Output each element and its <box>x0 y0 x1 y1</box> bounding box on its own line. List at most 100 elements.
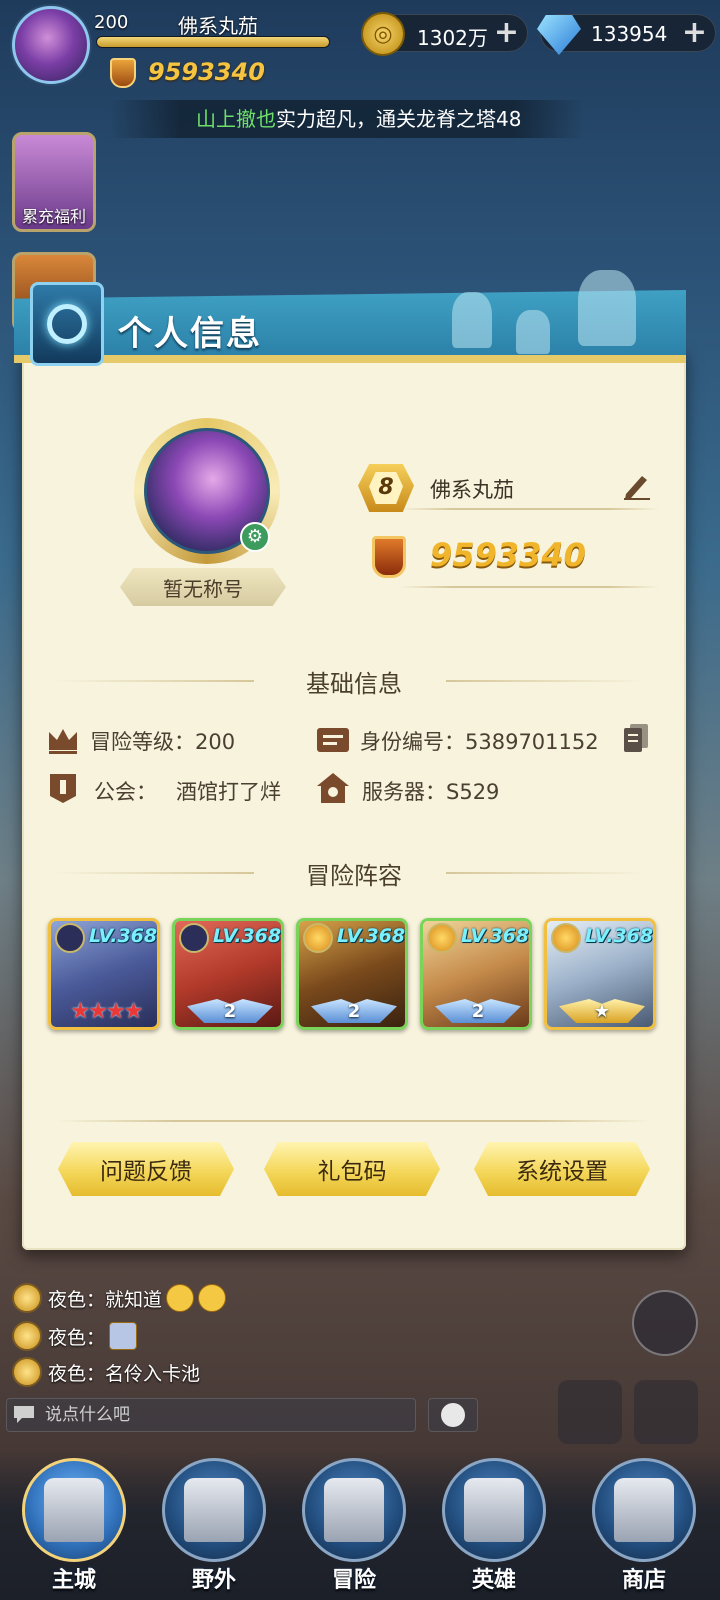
nav-label: 野外 <box>191 1568 236 1593</box>
chat-avatar <box>12 1283 42 1313</box>
crown-icon <box>49 729 77 754</box>
guild-label: 公会： <box>94 780 157 804</box>
emoji-button[interactable] <box>428 1398 478 1432</box>
player-title-ribbon[interactable]: 暂无称号 <box>120 568 286 606</box>
hero-card[interactable]: LV.368 ★ <box>544 918 656 1030</box>
ticker-message: 实力超凡，通关龙脊之塔48 <box>276 107 522 131</box>
chat-avatar <box>12 1357 42 1387</box>
chat-message[interactable]: 夜色： 名伶入卡池 <box>12 1356 200 1388</box>
helmet-icon <box>464 1478 524 1542</box>
profile-header-icon <box>30 282 104 366</box>
add-gold-button[interactable]: + <box>494 17 519 49</box>
gift-code-button[interactable]: 礼包码 <box>264 1142 440 1196</box>
chat-bubble-icon <box>14 1406 34 1423</box>
header-decoration <box>452 292 492 348</box>
nav-label: 冒险 <box>331 1568 376 1593</box>
player-avatar[interactable] <box>12 6 90 84</box>
nav-shop[interactable]: 商店 <box>580 1452 708 1600</box>
vip-level-badge: 8 <box>358 464 414 512</box>
sword-icon <box>324 1478 384 1542</box>
server-icon <box>317 773 349 803</box>
power-icon <box>110 58 136 88</box>
profile-name: 佛系丸茄 <box>430 478 514 502</box>
nav-heroes[interactable]: 英雄 <box>430 1452 558 1600</box>
ranking-button[interactable] <box>558 1380 622 1444</box>
id-card-icon <box>317 728 349 752</box>
chat-text: 名伶入卡池 <box>105 1362 201 1385</box>
shop-icon <box>614 1478 674 1542</box>
guild-name: 酒馆打了烊 <box>176 780 281 804</box>
guild-banner-icon <box>50 774 76 803</box>
nav-label: 主城 <box>51 1568 96 1593</box>
portal-icon <box>184 1478 244 1542</box>
chat-input[interactable]: 说点什么吧 <box>6 1398 416 1432</box>
gear-icon[interactable]: ⚙ <box>240 522 270 552</box>
gift-code-label: 礼包码 <box>317 1159 387 1185</box>
chat-speaker: 夜色： <box>48 1288 106 1311</box>
chat-speaker: 夜色： <box>48 1326 106 1349</box>
dark-element-icon <box>179 923 209 953</box>
header-decoration <box>516 310 550 354</box>
hero-stars: ★★★★ <box>70 998 144 1024</box>
castle-icon <box>44 1478 104 1542</box>
feedback-label: 问题反馈 <box>100 1159 192 1185</box>
pencil-icon[interactable] <box>620 468 654 502</box>
light-element-icon <box>551 923 581 953</box>
copy-icon[interactable] <box>622 724 650 754</box>
chat-message[interactable]: 夜色： 就知道 <box>12 1282 227 1314</box>
recharge-rewards-label: 累充福利 <box>21 207 86 226</box>
chat-speaker: 夜色： <box>48 1362 106 1385</box>
chat-avatar <box>12 1321 42 1351</box>
emoji-icon <box>198 1284 227 1312</box>
diamond-icon <box>537 15 581 55</box>
light-element-icon <box>303 923 333 953</box>
emoji-icon <box>166 1284 195 1312</box>
power-icon <box>372 536 406 578</box>
gem-amount: 133954 <box>591 22 668 46</box>
feedback-button[interactable]: 问题反馈 <box>58 1142 234 1196</box>
nav-label: 英雄 <box>471 1568 516 1593</box>
hero-level: LV.368 <box>585 925 654 947</box>
ticker-player: 山上撤也 <box>196 107 276 131</box>
sticker-icon <box>109 1322 138 1350</box>
hero-card[interactable]: LV.368 2 <box>420 918 532 1030</box>
friends-button[interactable] <box>632 1290 698 1356</box>
nav-adventure[interactable]: 冒险 <box>290 1452 418 1600</box>
light-element-icon <box>427 923 457 953</box>
id-number: 身份编号：5389701152 <box>360 730 599 754</box>
hero-card[interactable]: LV.368 2 <box>296 918 408 1030</box>
gem-counter: 133954 + <box>537 14 716 55</box>
nav-main-city[interactable]: 主城 <box>10 1452 138 1600</box>
chat-text: 就知道 <box>105 1288 163 1311</box>
hero-level: LV.368 <box>337 925 406 947</box>
player-level: 200 <box>94 12 129 33</box>
nav-label: 商店 <box>621 1568 666 1593</box>
gold-counter: ◎ 1302万 + <box>361 12 528 56</box>
gold-coin-icon: ◎ <box>361 12 405 56</box>
backpack-button[interactable] <box>634 1380 698 1444</box>
panel-title: 个人信息 <box>118 314 262 354</box>
player-title: 暂无称号 <box>163 576 243 601</box>
header-decoration <box>578 270 636 346</box>
hero-level: LV.368 <box>213 925 282 947</box>
adventure-level: 冒险等级：200 <box>90 730 236 754</box>
nav-wilderness[interactable]: 野外 <box>150 1452 278 1600</box>
dark-element-icon <box>55 923 85 953</box>
hero-card[interactable]: LV.368 ★★★★ <box>48 918 160 1030</box>
profile-power: 9593340 <box>430 536 586 574</box>
player-name: 佛系丸茄 <box>178 14 258 38</box>
settings-label: 系统设置 <box>516 1159 608 1185</box>
recharge-rewards-button[interactable]: 累充福利 <box>12 132 96 232</box>
smiley-icon <box>441 1403 465 1427</box>
announcement-ticker: 山上撤也实力超凡，通关龙脊之塔48 <box>110 100 584 138</box>
server-id: 服务器：S529 <box>362 780 500 804</box>
add-gems-button[interactable]: + <box>682 17 707 49</box>
chat-message[interactable]: 夜色： <box>12 1320 138 1352</box>
xp-bar <box>96 36 330 48</box>
settings-button[interactable]: 系统设置 <box>474 1142 650 1196</box>
player-power: 9593340 <box>148 58 265 86</box>
gold-amount: 1302万 <box>417 26 488 50</box>
hero-card[interactable]: LV.368 2 <box>172 918 284 1030</box>
vip-level-value: 8 <box>369 472 403 504</box>
hero-level: LV.368 <box>89 925 158 947</box>
